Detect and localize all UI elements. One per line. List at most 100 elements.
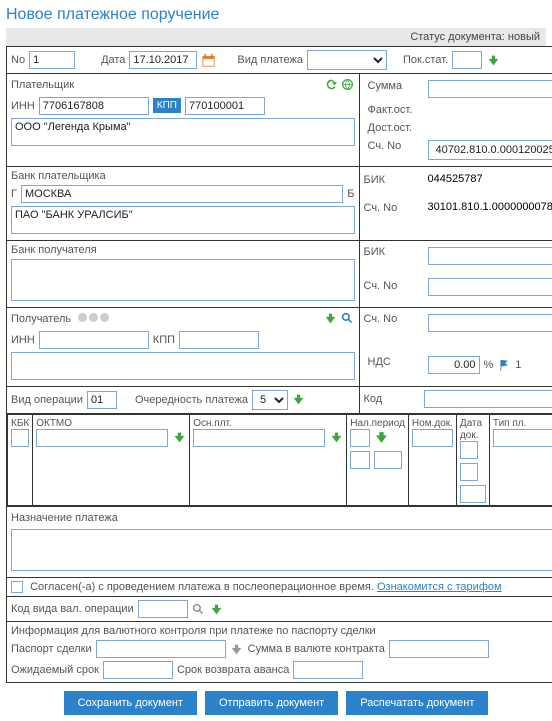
- payer-bik-value: 044525787: [424, 170, 552, 190]
- arrow-down-icon[interactable]: [230, 642, 244, 656]
- payer-inn-input[interactable]: [39, 97, 149, 115]
- search-icon[interactable]: [341, 311, 355, 325]
- payer-acc2-value: 30101.810.1.00000000787: [424, 198, 552, 218]
- valcode-input[interactable]: [138, 600, 188, 618]
- oktmo-input[interactable]: [36, 429, 168, 447]
- print-button[interactable]: Распечатать документ: [346, 691, 488, 715]
- recipient-bank-textarea[interactable]: [11, 259, 355, 301]
- nds-label: НДС: [364, 353, 424, 377]
- page-title: Новое платежное поручение: [6, 6, 546, 24]
- expected-label: Ожидаемый срок: [11, 664, 99, 676]
- refresh-icon[interactable]: [323, 77, 337, 91]
- calendar-icon[interactable]: [201, 53, 215, 67]
- search-icon[interactable]: [192, 602, 206, 616]
- nds-opt: 1: [515, 359, 521, 371]
- payer-acc-label: Сч. No: [364, 137, 424, 163]
- pct-label: %: [484, 359, 494, 371]
- passport-input[interactable]: [96, 640, 226, 658]
- payer-bank-textarea[interactable]: ПАО "БАНК УРАЛСИБ": [11, 206, 355, 234]
- advance-input[interactable]: [293, 661, 363, 679]
- dd2-input[interactable]: [460, 463, 478, 481]
- payer-label: Плательщик: [11, 79, 74, 91]
- nomdoc-label: Ном.док.: [412, 418, 453, 429]
- no-label: No: [11, 54, 25, 66]
- advance-label: Срок возврата аванса: [177, 664, 289, 676]
- city-label: Г: [11, 188, 17, 200]
- kpp-badge[interactable]: КПП: [153, 98, 181, 113]
- button-bar: Сохранить документ Отправить документ Ра…: [6, 691, 546, 715]
- pok-stat-label: Пок.стат.: [403, 54, 448, 66]
- code-label: Код: [364, 393, 420, 405]
- recipient-kpp-label: КПП: [153, 334, 175, 346]
- arrow-down-icon[interactable]: [172, 431, 186, 445]
- arrow-down-icon[interactable]: [329, 431, 343, 445]
- b-label: Б: [347, 188, 354, 200]
- consent-checkbox[interactable]: [11, 581, 23, 593]
- recipient-inn-input[interactable]: [39, 331, 149, 349]
- oktmo-label: ОКТМО: [36, 418, 72, 429]
- purpose-textarea[interactable]: [11, 529, 552, 571]
- arrow-down-icon[interactable]: [486, 53, 500, 67]
- recipient-bik-input[interactable]: [428, 247, 552, 265]
- passport-label: Паспорт сделки: [11, 643, 92, 655]
- save-button[interactable]: Сохранить документ: [64, 691, 197, 715]
- summa-input[interactable]: [428, 80, 552, 98]
- payer-name-textarea[interactable]: ООО "Легенда Крыма": [11, 118, 355, 146]
- period1-input[interactable]: [350, 429, 370, 447]
- valcode-label: Код вида вал. операции: [11, 603, 134, 615]
- recipient-bik-label: БИК: [364, 244, 424, 268]
- date-label: Дата: [101, 54, 125, 66]
- payment-type-select[interactable]: [307, 50, 387, 70]
- globe-icon[interactable]: [341, 77, 355, 91]
- send-button[interactable]: Отправить документ: [205, 691, 338, 715]
- payment-form: No Дата Вид платежа Пок.стат. Плательщик…: [6, 46, 552, 683]
- tippl-input[interactable]: [493, 429, 552, 447]
- nomdoc-input[interactable]: [412, 429, 453, 447]
- payer-city-input[interactable]: [21, 185, 343, 203]
- osn-input[interactable]: [193, 429, 325, 447]
- recipient-bank-acc-input[interactable]: [428, 278, 552, 296]
- date-input[interactable]: [129, 51, 197, 69]
- period2-input[interactable]: [350, 451, 370, 469]
- recipient-acc-label: Сч. No: [364, 311, 424, 335]
- pok-stat-input[interactable]: [452, 51, 482, 69]
- datadoc-label: Дата док.: [460, 418, 482, 441]
- payer-bik-label: БИК: [364, 170, 424, 190]
- payment-type-label: Вид платежа: [237, 54, 303, 66]
- dost-value: 282674.2: [424, 119, 552, 137]
- dost-label: Дост.ост.: [364, 119, 424, 137]
- flag-icon[interactable]: [497, 358, 511, 372]
- osn-label: Осн.плт.: [193, 418, 232, 429]
- payer-acc-select[interactable]: 40702.810.0.00012002546: [428, 140, 552, 160]
- no-input[interactable]: [29, 51, 75, 69]
- arrow-down-icon[interactable]: [210, 602, 224, 616]
- summa-label: Сумма: [364, 77, 424, 101]
- recipient-name-textarea[interactable]: [11, 352, 355, 380]
- op-type-label: Вид операции: [11, 394, 83, 406]
- nds-input[interactable]: [428, 356, 480, 374]
- code-input[interactable]: [424, 390, 552, 408]
- recipient-acc-input[interactable]: [428, 314, 552, 332]
- contract-sum-input[interactable]: [389, 640, 489, 658]
- period3-input[interactable]: [374, 451, 402, 469]
- tippl-label: Тип пл.: [493, 418, 526, 429]
- currency-info: Информация для валютного контроля при пл…: [11, 625, 376, 637]
- recipient-kpp-input[interactable]: [179, 331, 259, 349]
- contract-sum-label: Сумма в валюте контракта: [248, 643, 385, 655]
- recipient-bank-label: Банк получателя: [11, 244, 355, 256]
- arrow-down-icon[interactable]: [323, 311, 337, 325]
- arrow-down-icon[interactable]: [374, 431, 388, 445]
- priority-select[interactable]: 5: [252, 390, 288, 410]
- payer-kpp-input[interactable]: [185, 97, 265, 115]
- fact-value: 0: [424, 101, 552, 119]
- op-type-input[interactable]: [87, 391, 117, 409]
- status-dots: [78, 313, 109, 322]
- kbk-input[interactable]: [11, 429, 29, 447]
- arrow-down-icon[interactable]: [292, 393, 306, 407]
- consent-text: Согласен(-а) с проведением платежа в пос…: [30, 581, 374, 593]
- dd3-input[interactable]: [460, 485, 486, 503]
- dd1-input[interactable]: [460, 441, 478, 459]
- expected-input[interactable]: [103, 661, 173, 679]
- recipient-bank-acc-label: Сч. No: [364, 268, 424, 299]
- tariff-link[interactable]: Ознакомится с тарифом: [377, 581, 502, 593]
